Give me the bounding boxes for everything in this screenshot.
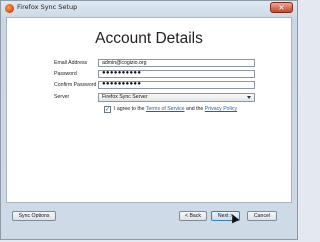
sync-options-button[interactable]: Sync Options — [12, 211, 56, 221]
server-label: Server — [54, 94, 70, 100]
close-button[interactable]: × — [270, 2, 293, 13]
email-field[interactable]: admin@cogizio.org — [98, 59, 255, 67]
agreement-text: I agree to the Terms of Service and the … — [114, 106, 237, 112]
content-panel: Account Details Email Address admin@cogi… — [6, 17, 292, 203]
page-title: Account Details — [95, 30, 203, 47]
password-label: Password — [54, 71, 77, 77]
back-button[interactable]: < Back — [179, 211, 207, 221]
agreement-middle: and the — [184, 106, 205, 112]
confirm-password-label: Confirm Password — [54, 82, 97, 88]
server-selected-value: Firefox Sync Server — [102, 94, 148, 100]
firefox-icon — [5, 4, 14, 13]
chevron-down-icon — [247, 96, 251, 99]
setup-window: Firefox Sync Setup × Account Details Ema… — [0, 0, 298, 240]
window-title: Firefox Sync Setup — [17, 3, 78, 11]
server-select[interactable]: Firefox Sync Server — [98, 93, 255, 102]
title-bar: Firefox Sync Setup × — [1, 1, 297, 17]
agreement-prefix: I agree to the — [114, 106, 146, 112]
email-label: Email Address — [54, 60, 88, 66]
confirm-password-field[interactable]: ●●●●●●●●●● — [98, 81, 255, 89]
agree-checkbox[interactable]: ✓ — [104, 106, 111, 113]
terms-of-service-link[interactable]: Terms of Service — [146, 106, 185, 112]
privacy-policy-link[interactable]: Privacy Policy — [205, 106, 237, 112]
cancel-button[interactable]: Cancel — [247, 211, 277, 221]
password-field[interactable]: ●●●●●●●●●● — [98, 70, 255, 78]
